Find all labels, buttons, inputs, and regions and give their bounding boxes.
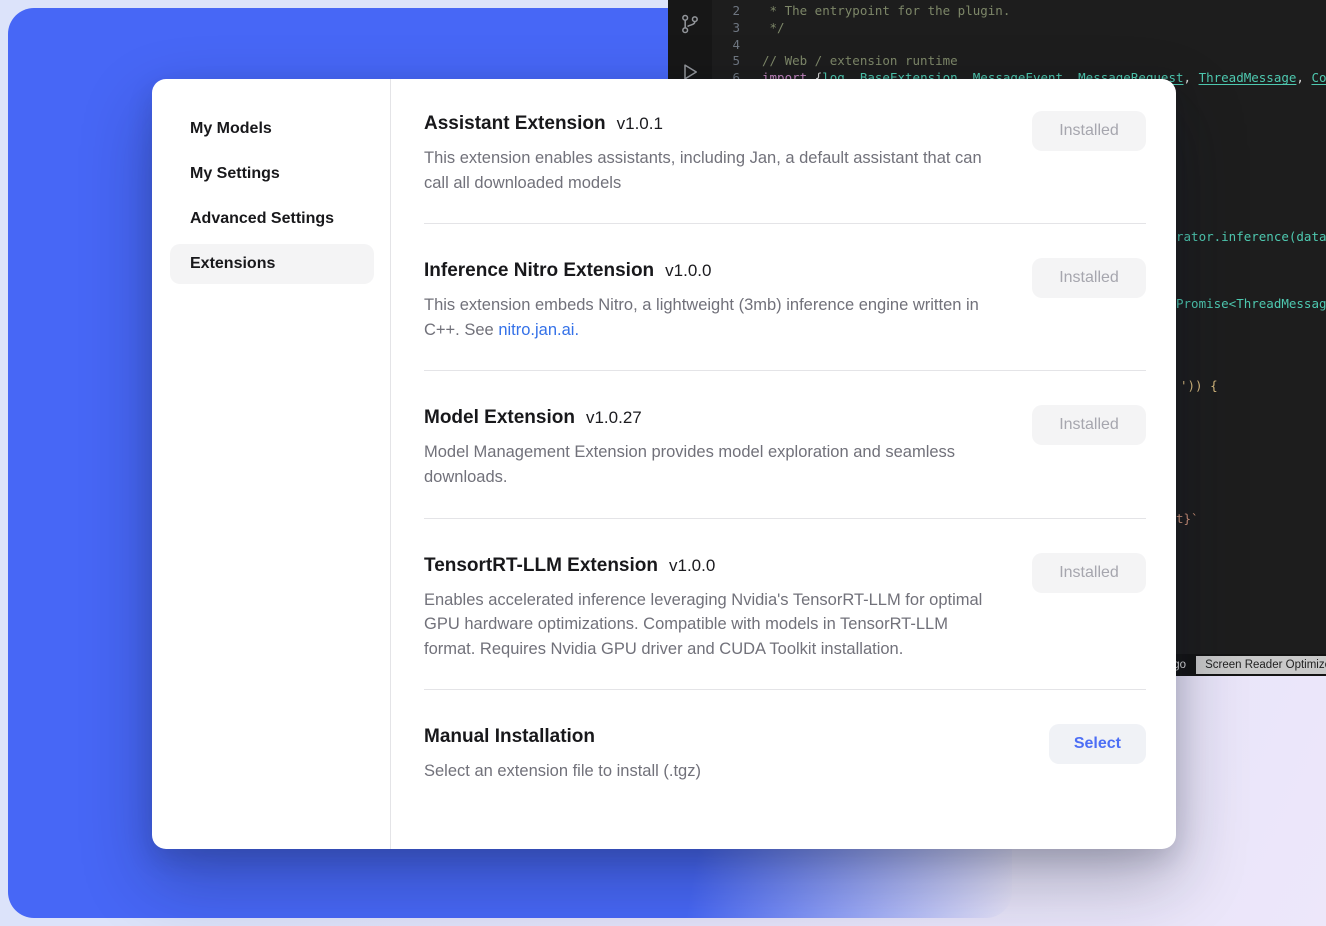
installed-button[interactable]: Installed [1032, 405, 1146, 445]
installed-button[interactable]: Installed [1032, 258, 1146, 298]
installed-button[interactable]: Installed [1032, 553, 1146, 593]
extension-title: TensortRT-LLM Extension v1.0.0 [424, 555, 999, 577]
extension-title: Assistant Extension v1.0.1 [424, 113, 999, 135]
extension-row-nitro: Inference Nitro Extension v1.0.0 This ex… [424, 224, 1146, 371]
nitro-link[interactable]: nitro.jan.ai. [498, 321, 579, 339]
select-button[interactable]: Select [1049, 724, 1146, 764]
sidebar-item-extensions[interactable]: Extensions [170, 244, 374, 284]
extension-row-model: Model Extension v1.0.27 Model Management… [424, 371, 1146, 518]
extension-description: This extension enables assistants, inclu… [424, 146, 999, 195]
extensions-panel: Assistant Extension v1.0.1 This extensio… [391, 79, 1176, 849]
manual-installation-row: Manual Installation Select an extension … [424, 690, 1146, 784]
settings-modal: My Models My Settings Advanced Settings … [152, 79, 1176, 849]
extension-row-tensorrt: TensortRT-LLM Extension v1.0.0 Enables a… [424, 519, 1146, 691]
code-lines: * The entrypoint for the plugin. */// We… [762, 3, 1326, 87]
extension-name: TensortRT-LLM Extension [424, 555, 658, 577]
manual-installation-description: Select an extension file to install (.tg… [424, 759, 701, 784]
sidebar-item-advanced-settings[interactable]: Advanced Settings [170, 199, 374, 239]
manual-installation-title: Manual Installation [424, 726, 701, 748]
extension-version: v1.0.0 [669, 556, 715, 576]
extension-version: v1.0.0 [665, 261, 711, 281]
sidebar-item-my-settings[interactable]: My Settings [170, 154, 374, 194]
extension-name: Inference Nitro Extension [424, 260, 654, 282]
extension-version: v1.0.1 [617, 114, 663, 134]
code-fragment: ')) { [1180, 378, 1218, 393]
extension-row-assistant: Assistant Extension v1.0.1 This extensio… [424, 113, 1146, 224]
code-fragment: rator.inference(data)); [1176, 229, 1326, 244]
extension-description: This extension embeds Nitro, a lightweig… [424, 293, 999, 342]
extension-description: Enables accelerated inference leveraging… [424, 588, 999, 662]
sidebar-item-my-models[interactable]: My Models [170, 109, 374, 149]
extension-title: Inference Nitro Extension v1.0.0 [424, 260, 999, 282]
line-numbers: 23456 [726, 3, 740, 87]
source-control-icon[interactable] [678, 12, 702, 36]
code-fragment: t}` [1176, 511, 1199, 526]
code-fragment: Promise<ThreadMessage> [1176, 296, 1326, 311]
extension-name: Model Extension [424, 407, 575, 429]
extension-name: Assistant Extension [424, 113, 606, 135]
extension-description: Model Management Extension provides mode… [424, 440, 999, 489]
installed-button[interactable]: Installed [1032, 111, 1146, 151]
settings-sidebar: My Models My Settings Advanced Settings … [152, 79, 391, 849]
code-area: 23456 * The entrypoint for the plugin. *… [726, 3, 1326, 87]
extension-title: Model Extension v1.0.27 [424, 407, 999, 429]
extension-version: v1.0.27 [586, 408, 642, 428]
screen-reader-chip[interactable]: Screen Reader Optimize [1196, 656, 1326, 674]
